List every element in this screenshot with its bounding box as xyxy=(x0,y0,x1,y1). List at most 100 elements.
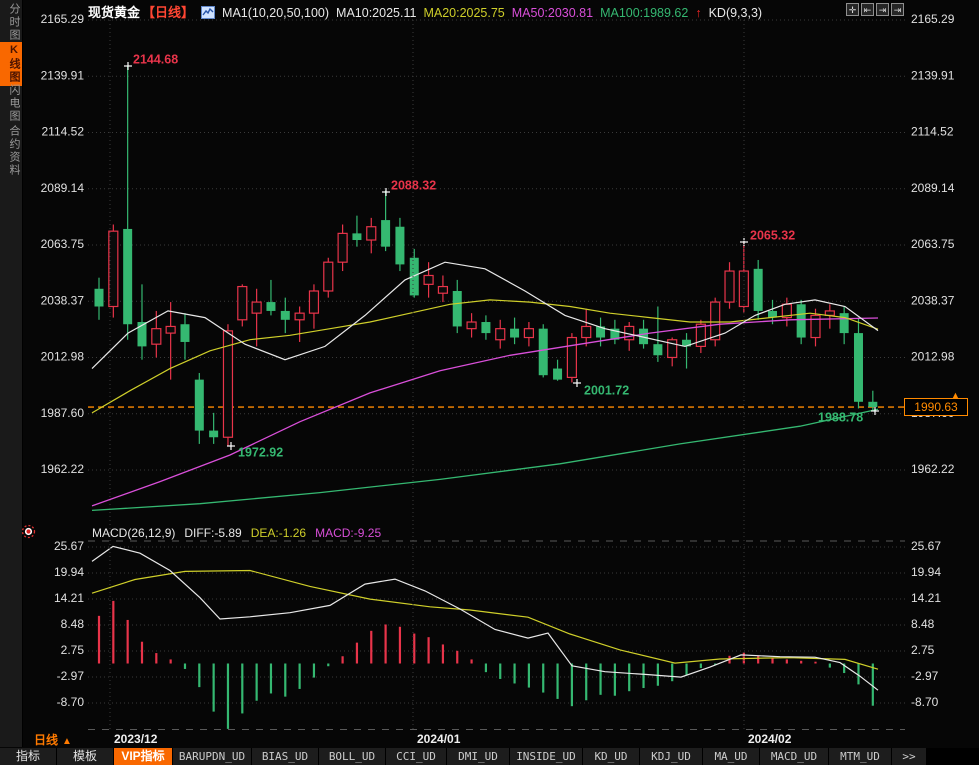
indicator-tab-1[interactable]: 模板 xyxy=(57,748,113,765)
indicator-marker-icon[interactable] xyxy=(21,524,36,539)
candle-body-down xyxy=(395,227,404,265)
svg-text:14.21: 14.21 xyxy=(911,591,941,605)
candle-body-down xyxy=(481,322,490,333)
chart-type-icon[interactable] xyxy=(201,6,215,19)
candle-body-up xyxy=(309,291,318,313)
svg-text:2088.32: 2088.32 xyxy=(391,178,436,192)
candle-body-down xyxy=(754,269,763,311)
axis-left-icon[interactable]: ⇤ xyxy=(861,3,874,16)
svg-text:-2.97: -2.97 xyxy=(57,669,85,683)
candle-body-down xyxy=(653,344,662,355)
candle-body-up xyxy=(524,329,533,338)
macd-params: MACD(26,12,9) xyxy=(92,526,175,540)
pan-right-icon[interactable]: ⇥ xyxy=(891,3,904,16)
candle-body-down xyxy=(453,291,462,326)
main-price-panel[interactable]: 2165.292165.292139.912139.912114.522114.… xyxy=(41,12,955,510)
candle-body-down xyxy=(797,304,806,337)
period-selector[interactable]: 日线 ▲ xyxy=(34,731,72,748)
svg-text:2144.68: 2144.68 xyxy=(133,52,178,66)
macd-macd-value: MACD:-9.25 xyxy=(315,526,381,540)
svg-text:1987.60: 1987.60 xyxy=(41,406,85,420)
candle-body-down xyxy=(123,229,132,324)
indicator-tab-bar: 指标模板VIP指标BARUPDN_UDBIAS_UDBOLL_UDCCI_UDD… xyxy=(0,748,979,765)
svg-text:25.67: 25.67 xyxy=(54,539,84,553)
indicator-tab-13[interactable]: MTM_UD xyxy=(829,748,891,765)
svg-text:2038.37: 2038.37 xyxy=(41,293,85,307)
indicator-tab-6[interactable]: CCI_UD xyxy=(386,748,446,765)
candle-body-up xyxy=(166,326,175,333)
svg-text:2001.72: 2001.72 xyxy=(584,383,629,397)
sidebar-item-2[interactable]: 闪电图 xyxy=(0,84,22,123)
ma100-value: MA100:1989.62 xyxy=(600,6,688,20)
candle-body-up xyxy=(582,326,591,337)
candle-body-up xyxy=(252,302,261,313)
candlestick-chart[interactable]: 2165.292165.292139.912139.912114.522114.… xyxy=(0,0,979,747)
svg-text:2024/02: 2024/02 xyxy=(748,732,792,746)
indicator-tab-4[interactable]: BIAS_UD xyxy=(252,748,318,765)
indicator-tab-12[interactable]: MACD_UD xyxy=(760,748,828,765)
kd-label: KD(9,3,3) xyxy=(709,6,763,20)
candle-body-down xyxy=(381,220,390,247)
svg-text:14.21: 14.21 xyxy=(54,591,84,605)
indicator-tab-2[interactable]: VIP指标 xyxy=(114,748,172,765)
svg-text:2023/12: 2023/12 xyxy=(114,732,158,746)
sidebar: 分时图K线图闪电图合约资料 xyxy=(0,0,23,747)
up-arrow-icon: ↑ xyxy=(695,6,701,20)
candle-body-down xyxy=(854,333,863,402)
indicator-tab-14[interactable]: >> xyxy=(892,748,926,765)
sidebar-item-3[interactable]: 合约资料 xyxy=(0,125,22,177)
current-price-badge: 1990.63 xyxy=(904,398,968,416)
svg-text:-8.70: -8.70 xyxy=(911,695,939,709)
indicator-tab-10[interactable]: KDJ_UD xyxy=(640,748,702,765)
candle-body-up xyxy=(424,275,433,284)
indicator-tab-9[interactable]: KD_UD xyxy=(583,748,639,765)
svg-text:-8.70: -8.70 xyxy=(57,695,85,709)
svg-text:2065.32: 2065.32 xyxy=(750,228,795,242)
ma50-value: MA50:2030.81 xyxy=(512,6,593,20)
indicator-tab-7[interactable]: DMI_UD xyxy=(447,748,509,765)
svg-text:1972.92: 1972.92 xyxy=(238,445,283,459)
candle-body-up xyxy=(238,287,247,320)
svg-text:19.94: 19.94 xyxy=(911,565,941,579)
macd-header: MACD(26,12,9) DIFF:-5.89 DEA:-1.26 MACD:-9.… xyxy=(92,526,390,540)
candle-body-down xyxy=(868,402,877,407)
indicator-tab-5[interactable]: BOLL_UD xyxy=(319,748,385,765)
candle-body-up xyxy=(467,322,476,329)
candle-body-up xyxy=(338,233,347,262)
period-label: 日线 xyxy=(34,733,58,747)
candle-body-up xyxy=(324,262,333,291)
svg-text:2089.14: 2089.14 xyxy=(911,181,955,195)
svg-text:2024/01: 2024/01 xyxy=(417,732,461,746)
svg-text:2012.98: 2012.98 xyxy=(41,350,85,364)
macd-dea-value: DEA:-1.26 xyxy=(251,526,306,540)
candle-body-down xyxy=(95,289,104,307)
svg-text:2139.91: 2139.91 xyxy=(911,68,955,82)
candle-body-down xyxy=(195,380,204,431)
svg-text:1988.78: 1988.78 xyxy=(818,410,863,424)
candle-body-down xyxy=(281,311,290,320)
indicator-tab-11[interactable]: MA_UD xyxy=(703,748,759,765)
ma20-value: MA20:2025.75 xyxy=(423,6,504,20)
svg-text:2063.75: 2063.75 xyxy=(41,237,85,251)
period-arrow-icon: ▲ xyxy=(62,736,72,747)
svg-text:2089.14: 2089.14 xyxy=(41,181,85,195)
svg-text:2.75: 2.75 xyxy=(911,643,935,657)
axis-right-icon[interactable]: ⇥ xyxy=(876,3,889,16)
candle-body-down xyxy=(553,369,562,380)
move-icon[interactable]: ✛ xyxy=(846,3,859,16)
period-tag: 【日线】 xyxy=(142,5,194,20)
svg-text:2.75: 2.75 xyxy=(61,643,85,657)
svg-text:2114.52: 2114.52 xyxy=(42,125,85,139)
indicator-tab-0[interactable]: 指标 xyxy=(0,748,56,765)
indicator-tab-8[interactable]: INSIDE_UD xyxy=(510,748,582,765)
symbol-name: 现货黄金 xyxy=(88,5,140,20)
svg-text:19.94: 19.94 xyxy=(54,565,84,579)
indicator-tab-3[interactable]: BARUPDN_UD xyxy=(173,748,251,765)
sidebar-item-0[interactable]: 分时图 xyxy=(0,3,22,42)
macd-diff-value: DIFF:-5.89 xyxy=(184,526,241,540)
macd-panel[interactable]: 25.6725.6719.9419.9414.2114.218.488.482.… xyxy=(54,539,941,729)
svg-text:2165.29: 2165.29 xyxy=(911,12,955,26)
svg-text:1962.22: 1962.22 xyxy=(911,462,955,476)
sidebar-item-1[interactable]: K线图 xyxy=(0,42,22,86)
candle-body-up xyxy=(725,271,734,302)
